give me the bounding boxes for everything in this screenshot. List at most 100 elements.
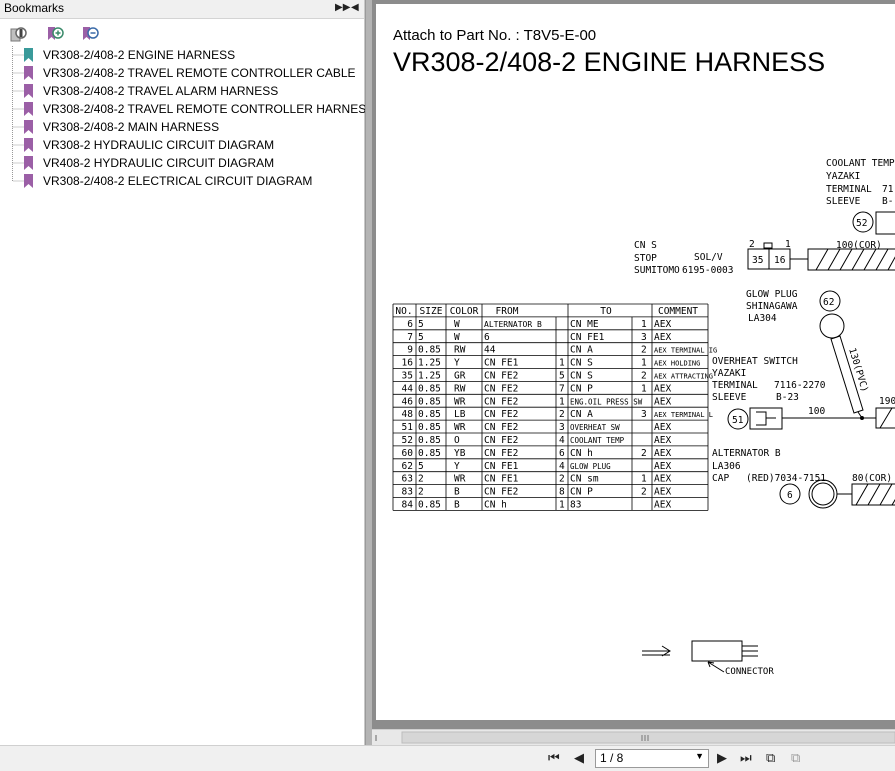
bookmark-label: VR308-2/408-2 TRAVEL REMOTE CONTROLLER H…: [43, 102, 375, 116]
table-cell: CN FE2: [484, 487, 518, 498]
bookmark-item[interactable]: VR308-2/408-2 ELECTRICAL CIRCUIT DIAGRAM: [0, 172, 364, 190]
table-cell: AEX TERMINAL IG: [654, 347, 717, 355]
table-cell: 1.25: [418, 371, 441, 382]
table-cell: CN FE1: [484, 474, 519, 485]
cn-s-part: 6195-0003: [682, 265, 733, 276]
next-page-icon[interactable]: ▶: [717, 750, 727, 766]
bookmark-icon: [24, 84, 33, 98]
table-cell: 9: [407, 345, 413, 356]
circle-label: 62: [823, 297, 834, 308]
cn-s-label: CN S: [634, 240, 657, 251]
table-cell: AEX: [654, 383, 671, 394]
table-cell: CN sm: [570, 474, 599, 485]
bookmark-item[interactable]: VR308-2 HYDRAULIC CIRCUIT DIAGRAM: [0, 136, 364, 154]
bookmark-options-icon[interactable]: [10, 25, 28, 43]
length-label: 190: [879, 396, 895, 407]
table-cell: 0.85: [418, 409, 441, 420]
go-back-icon[interactable]: ⧉: [766, 750, 775, 766]
glow-maker: SHINAGAWA: [746, 301, 798, 312]
table-header: COMMENT: [658, 306, 698, 317]
alternator-cap-val: (RED)7034-7151: [746, 473, 826, 484]
table-cell: LB: [454, 409, 466, 420]
bookmark-label: VR308-2 HYDRAULIC CIRCUIT DIAGRAM: [43, 138, 275, 152]
table-cell: AEX ATTRACTING: [654, 373, 713, 381]
table-cell: WR: [454, 396, 466, 407]
table-cell: AEX: [654, 422, 671, 433]
table-cell: 83: [570, 500, 581, 511]
table-cell: AEX: [654, 474, 671, 485]
tree-line: [12, 154, 24, 172]
bookmark-icon: [24, 66, 33, 80]
table-cell: COOLANT TEMP: [570, 436, 625, 445]
page-number-select[interactable]: 1 / 8 ▼: [595, 749, 709, 768]
table-cell: 0.85: [418, 500, 441, 511]
bookmark-selected-icon: [24, 48, 33, 62]
bookmark-item[interactable]: VR308-2/408-2 MAIN HARNESS: [0, 118, 364, 136]
tree-line: [12, 46, 24, 64]
bookmarks-panel: Bookmarks ▶▶ ◀ VR308-2/408-2 ENGINE HARN…: [0, 0, 374, 745]
circle-label: 51: [732, 415, 744, 426]
table-cell: 0.85: [418, 396, 441, 407]
table-cell: 0.85: [418, 448, 441, 459]
circle-label: 52: [856, 218, 867, 229]
cn-s-stop: STOP: [634, 253, 657, 264]
first-page-icon[interactable]: ⏮: [548, 750, 560, 766]
table-cell: 2: [641, 448, 647, 459]
table-cell: 2: [418, 487, 424, 498]
document-title: VR308-2/408-2 ENGINE HARNESS: [393, 47, 825, 77]
bookmark-item[interactable]: VR308-2/408-2 ENGINE HARNESS: [0, 46, 364, 64]
horizontal-scrollbar[interactable]: [372, 729, 895, 746]
table-cell: AEX: [654, 448, 671, 459]
table-cell: AEX: [654, 461, 671, 472]
table-cell: CN P: [570, 383, 593, 394]
table-cell: 1: [641, 358, 647, 369]
table-cell: 1: [559, 500, 565, 511]
table-cell: Y: [454, 461, 460, 472]
bookmark-label: VR308-2/408-2 TRAVEL ALARM HARNESS: [43, 84, 279, 98]
collapse-panel-icon[interactable]: ◀: [351, 1, 359, 15]
table-cell: CN A: [570, 345, 593, 356]
table-cell: RW: [454, 345, 466, 356]
bookmark-item[interactable]: VR308-2/408-2 TRAVEL ALARM HARNESS: [0, 82, 364, 100]
alternator-cap: CAP: [712, 473, 729, 484]
coolant-maker: YAZAKI: [826, 171, 860, 182]
table-cell: 6: [484, 332, 490, 343]
attach-part-line: Attach to Part No. : T8V5-E-00: [393, 27, 596, 44]
circle-label: 6: [787, 490, 793, 501]
table-cell: CN FE2: [484, 448, 518, 459]
table-cell: 2: [641, 487, 647, 498]
document-viewer[interactable]: Attach to Part No. : T8V5-E-00 VR308-2/4…: [372, 0, 895, 745]
bookmark-item[interactable]: VR408-2 HYDRAULIC CIRCUIT DIAGRAM: [0, 154, 364, 172]
length-label: 100: [808, 406, 825, 417]
table-cell: CN FE2: [484, 396, 518, 407]
table-cell: W: [454, 319, 460, 330]
last-page-icon[interactable]: ⏭: [740, 750, 752, 766]
table-cell: 51: [402, 422, 414, 433]
bookmark-label: VR308-2/408-2 MAIN HARNESS: [43, 120, 220, 134]
expand-bookmark-icon[interactable]: [46, 25, 64, 43]
table-header: NO.: [395, 306, 412, 317]
previous-page-icon[interactable]: ◀: [574, 750, 584, 766]
length-label: 80(COR): [852, 473, 892, 484]
table-cell: GR: [454, 371, 466, 382]
bookmark-icon: [24, 120, 33, 134]
glow-label: GLOW PLUG: [746, 289, 798, 300]
table-cell: ALTERNATOR B: [484, 320, 542, 329]
bookmark-item[interactable]: VR308-2/408-2 TRAVEL REMOTE CONTROLLER H…: [0, 100, 374, 118]
coolant-sleeve: SLEEVE: [826, 196, 861, 207]
table-cell: 6: [559, 448, 565, 459]
collapse-bookmark-icon[interactable]: [81, 25, 99, 43]
pdf-page: Attach to Part No. : T8V5-E-00 VR308-2/4…: [376, 4, 895, 720]
table-cell: CN FE1: [484, 358, 519, 369]
wire-table: NO. SIZE COLOR FROM TO COMMENT6 5 W ALTERNATOR B…: [392, 303, 717, 511]
table-cell: B: [454, 487, 460, 498]
table-cell: 5: [559, 371, 565, 382]
table-cell: 0.85: [418, 435, 441, 446]
bookmark-item[interactable]: VR308-2/408-2 TRAVEL REMOTE CONTROLLER C…: [0, 64, 364, 82]
go-forward-icon[interactable]: ⧉: [791, 750, 800, 766]
table-cell: 1: [641, 474, 647, 485]
tree-line: [12, 118, 24, 136]
table-cell: AEX: [654, 487, 671, 498]
double-chevron-right-icon[interactable]: ▶▶: [335, 1, 350, 15]
table-cell: CN h: [570, 448, 593, 459]
